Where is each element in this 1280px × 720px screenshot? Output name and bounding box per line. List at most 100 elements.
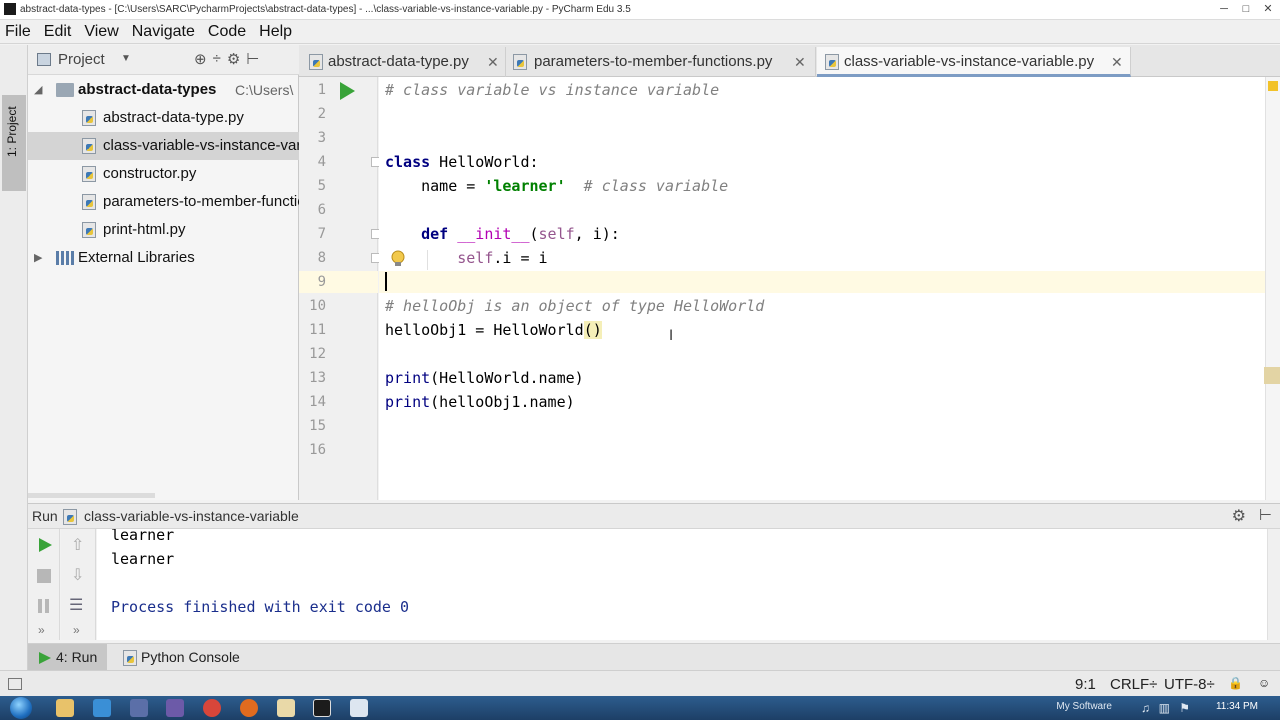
tab-python-console[interactable]: Python Console bbox=[120, 644, 250, 671]
up-arrow-icon[interactable]: ⇧ bbox=[71, 535, 84, 555]
code-text: HelloWorld: bbox=[430, 153, 539, 171]
menu-file[interactable]: File bbox=[5, 23, 31, 41]
close-icon[interactable]: ✕ bbox=[487, 47, 499, 77]
tab-label: class-variable-vs-instance-variable.py bbox=[844, 53, 1095, 70]
expand-arrow-icon[interactable]: ▶ bbox=[34, 244, 42, 272]
maximize-button[interactable]: □ bbox=[1238, 2, 1254, 16]
tree-item-file[interactable]: parameters-to-member-functions.py bbox=[28, 188, 299, 216]
tree-item-external-libraries[interactable]: ▶ External Libraries bbox=[28, 244, 299, 272]
vs-icon[interactable] bbox=[166, 699, 184, 717]
collapse-all-icon[interactable]: ÷ bbox=[213, 50, 221, 68]
scroll-from-source-icon[interactable]: ⊕ bbox=[194, 50, 207, 68]
lock-icon[interactable]: 🔒 bbox=[1228, 676, 1243, 690]
process-exit-message: Process finished with exit code 0 bbox=[111, 598, 410, 616]
soft-wrap-icon[interactable]: ☰ bbox=[69, 595, 83, 615]
project-tool-tab-label: 1: Project bbox=[5, 106, 19, 157]
line-number: 5 bbox=[317, 178, 326, 194]
matched-paren: () bbox=[583, 321, 602, 339]
scroll-thumb[interactable] bbox=[1264, 367, 1280, 384]
code-line-11: helloObj1 = HelloWorld() bbox=[385, 321, 602, 339]
flag-icon[interactable]: ⚑ bbox=[1179, 701, 1190, 715]
toggle-tool-windows-icon[interactable] bbox=[8, 678, 22, 690]
menu-navigate[interactable]: Navigate bbox=[132, 23, 195, 41]
keyword: class bbox=[385, 153, 431, 171]
project-horizontal-scrollbar[interactable] bbox=[28, 493, 155, 498]
tab-abstract-data-type[interactable]: abstract-data-type.py ✕ bbox=[303, 47, 506, 77]
hide-panel-icon[interactable]: ⊢ bbox=[1259, 506, 1272, 524]
project-view-selector[interactable]: Project bbox=[58, 51, 105, 68]
code-line-8: self.i = i bbox=[385, 249, 547, 267]
project-tool-tab[interactable]: 1: Project bbox=[2, 95, 26, 191]
line-number: 7 bbox=[317, 226, 326, 242]
chrome-icon[interactable] bbox=[203, 699, 221, 717]
file-encoding[interactable]: UTF-8÷ bbox=[1164, 676, 1215, 693]
self-keyword: self bbox=[538, 225, 575, 243]
tab-class-variable-vs-instance-variable[interactable]: class-variable-vs-instance-variable.py ✕ bbox=[817, 47, 1131, 77]
pause-icon[interactable] bbox=[37, 599, 51, 613]
tree-item-file-selected[interactable]: class-variable-vs-instance-variable.py bbox=[28, 132, 299, 160]
minimize-button[interactable]: ─ bbox=[1216, 2, 1232, 16]
more-actions-icon[interactable]: » bbox=[73, 623, 80, 637]
console-scrollbar[interactable] bbox=[1267, 529, 1280, 640]
lightbulb-icon[interactable] bbox=[390, 250, 406, 268]
run-gutter-icon[interactable] bbox=[338, 81, 356, 101]
python-file-icon bbox=[825, 54, 839, 70]
folder-icon[interactable] bbox=[277, 699, 295, 717]
tree-item-file[interactable]: constructor.py bbox=[28, 160, 299, 188]
firefox-icon[interactable] bbox=[240, 699, 258, 717]
expand-arrow-icon[interactable]: ◢ bbox=[34, 76, 42, 104]
line-number: 1 bbox=[317, 82, 326, 98]
close-window-button[interactable]: ✕ bbox=[1260, 2, 1276, 16]
project-root-name: abstract-data-types bbox=[78, 81, 217, 98]
hide-panel-icon[interactable]: ⊢ bbox=[246, 50, 259, 68]
tree-item-file[interactable]: abstract-data-type.py bbox=[28, 104, 299, 132]
window-title: abstract-data-types - [C:\Users\SARC\Pyc… bbox=[20, 4, 631, 15]
ie-icon[interactable] bbox=[93, 699, 111, 717]
tab-run[interactable]: 4: Run bbox=[28, 644, 107, 671]
menu-help[interactable]: Help bbox=[259, 23, 292, 41]
close-icon[interactable]: ✕ bbox=[794, 47, 806, 77]
stop-icon[interactable] bbox=[37, 569, 51, 583]
tab-run-label: 4: Run bbox=[56, 649, 98, 665]
menu-view[interactable]: View bbox=[84, 23, 118, 41]
code-line-7: def __init__(self, i): bbox=[385, 225, 620, 243]
caret-position[interactable]: 9:1 bbox=[1075, 676, 1096, 693]
start-button[interactable] bbox=[6, 696, 36, 720]
rerun-icon[interactable] bbox=[37, 537, 53, 553]
dunder-method: __init__ bbox=[457, 225, 530, 243]
more-actions-icon[interactable]: » bbox=[38, 623, 45, 637]
pycharm-icon[interactable] bbox=[313, 699, 331, 717]
gear-icon[interactable]: ⚙ bbox=[227, 50, 240, 68]
run-console-output[interactable]: learner learner Process finished with ex… bbox=[97, 529, 1267, 640]
network-icon[interactable]: ▥ bbox=[1159, 701, 1170, 715]
menu-edit[interactable]: Edit bbox=[44, 23, 72, 41]
line-number: 4 bbox=[317, 154, 326, 170]
file-name: print-html.py bbox=[103, 221, 186, 238]
explorer-icon[interactable] bbox=[56, 699, 74, 717]
code-text: , i): bbox=[574, 225, 620, 243]
tree-item-file[interactable]: print-html.py bbox=[28, 216, 299, 244]
python-console-icon bbox=[123, 650, 137, 666]
inspector-icon[interactable]: ☺ bbox=[1258, 676, 1270, 690]
app-icon[interactable] bbox=[130, 699, 148, 717]
inspection-status-icon[interactable] bbox=[1268, 81, 1278, 91]
library-icon bbox=[56, 251, 74, 265]
status-bar: 9:1 CRLF÷ UTF-8÷ 🔒 ☺ bbox=[0, 670, 1280, 696]
chevron-down-icon[interactable]: ▼ bbox=[121, 53, 131, 64]
tab-parameters-to-member-functions[interactable]: parameters-to-member-functions.py ✕ bbox=[507, 47, 816, 77]
gear-icon[interactable]: ⚙ bbox=[1232, 506, 1246, 526]
left-tool-stripe: 1: Project bbox=[0, 45, 28, 670]
code-text: (HelloWorld.name) bbox=[430, 369, 584, 387]
line-number: 3 bbox=[317, 130, 326, 146]
tree-item-project-root[interactable]: ◢ abstract-data-types C:\Users\ bbox=[28, 76, 299, 104]
line-separator[interactable]: CRLF÷ bbox=[1110, 676, 1157, 693]
window-icon[interactable] bbox=[350, 699, 368, 717]
tab-label: parameters-to-member-functions.py bbox=[534, 53, 773, 70]
run-toolbar: » bbox=[28, 529, 60, 640]
menu-code[interactable]: Code bbox=[208, 23, 246, 41]
volume-icon[interactable]: ♫ bbox=[1141, 701, 1150, 715]
close-icon[interactable]: ✕ bbox=[1111, 47, 1123, 77]
down-arrow-icon[interactable]: ⇩ bbox=[71, 565, 84, 585]
console-line: learner bbox=[111, 550, 175, 568]
